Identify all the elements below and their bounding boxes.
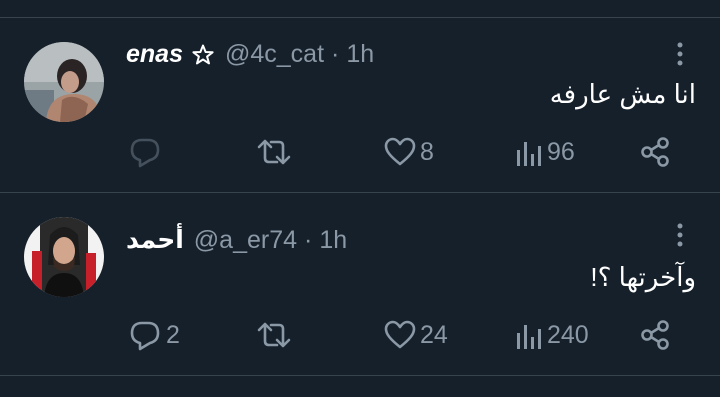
- retweet-button[interactable]: [255, 319, 297, 351]
- share-icon: [640, 136, 672, 168]
- like-count: 24: [420, 320, 448, 349]
- reply-icon: [128, 319, 162, 351]
- reply-icon: [128, 136, 162, 168]
- more-options-icon[interactable]: [668, 40, 692, 70]
- tweet-text: وآخرتها ؟!: [590, 262, 696, 292]
- display-name[interactable]: enas: [126, 40, 183, 69]
- share-button[interactable]: [640, 136, 672, 168]
- heart-icon: [384, 136, 416, 168]
- divider: [0, 375, 720, 376]
- like-button[interactable]: 8: [384, 136, 434, 168]
- like-button[interactable]: 24: [384, 319, 448, 351]
- star-outline-icon: [191, 43, 215, 67]
- user-handle[interactable]: @a_er74: [194, 226, 297, 255]
- share-button[interactable]: [640, 319, 672, 351]
- retweet-icon: [255, 319, 293, 351]
- like-count: 8: [420, 137, 434, 166]
- retweet-icon: [255, 136, 293, 168]
- analytics-icon: [515, 136, 543, 168]
- reply-button[interactable]: [128, 136, 166, 168]
- heart-icon: [384, 319, 416, 351]
- tweet-text: انا مش عارفه: [549, 79, 696, 109]
- analytics-icon: [515, 319, 543, 351]
- avatar[interactable]: [24, 42, 104, 122]
- user-handle[interactable]: @4c_cat: [225, 40, 324, 69]
- timestamp[interactable]: 1h: [319, 226, 347, 255]
- display-name[interactable]: أحمد: [126, 225, 184, 255]
- more-options-icon[interactable]: [668, 221, 692, 251]
- separator-dot: ·: [304, 225, 313, 254]
- view-count: 240: [547, 320, 589, 349]
- timestamp[interactable]: 1h: [346, 40, 374, 69]
- reply-count: 2: [166, 320, 180, 349]
- views-button[interactable]: 96: [515, 136, 575, 168]
- reply-button[interactable]: 2: [128, 319, 180, 351]
- share-icon: [640, 319, 672, 351]
- tweet-2[interactable]: أحمد @a_er74 · 1h وآخرتها ؟! 2 24 240: [0, 193, 720, 375]
- tweet-1[interactable]: enas @4c_cat · 1h انا مش عارفه 8 96: [0, 18, 720, 192]
- view-count: 96: [547, 137, 575, 166]
- retweet-button[interactable]: [255, 136, 297, 168]
- avatar[interactable]: [24, 217, 104, 297]
- timeline-feed: enas @4c_cat · 1h انا مش عارفه 8 96 أحمد…: [0, 0, 720, 397]
- views-button[interactable]: 240: [515, 319, 589, 351]
- separator-dot: ·: [331, 40, 340, 68]
